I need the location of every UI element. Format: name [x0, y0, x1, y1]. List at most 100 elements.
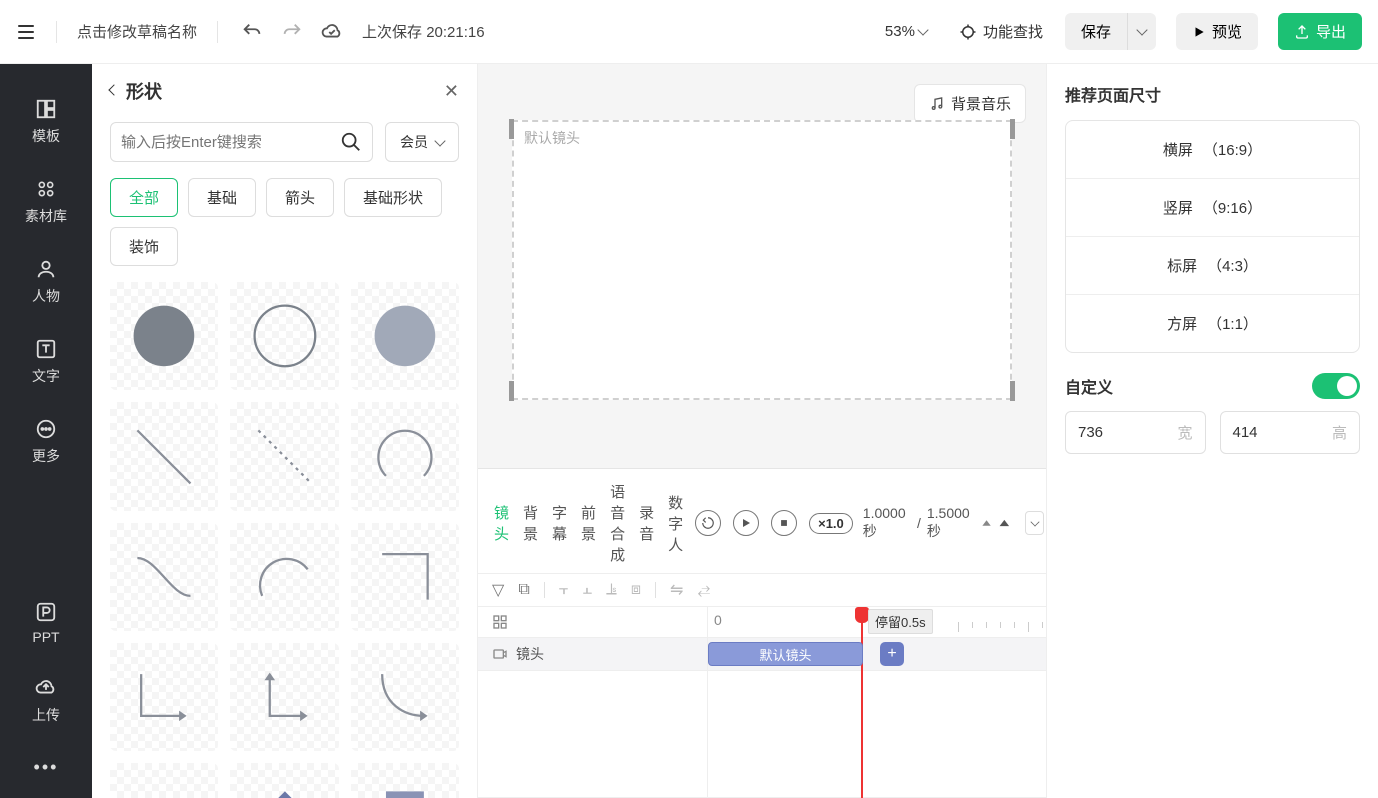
close-icon[interactable]: ✕	[444, 81, 459, 102]
canvas-frame[interactable]: 默认镜头	[512, 120, 1012, 400]
size-square[interactable]: 方屏（1:1）	[1066, 295, 1359, 352]
back-icon[interactable]	[108, 84, 119, 95]
redo-icon[interactable]	[278, 18, 306, 46]
align-center-icon[interactable]: ⫠	[582, 581, 592, 599]
ruler-zero: 0	[714, 612, 722, 628]
shape-half-arc[interactable]	[230, 523, 338, 631]
height-input[interactable]: 414高	[1220, 411, 1361, 454]
shape-line[interactable]	[110, 402, 218, 510]
grid-icon[interactable]	[492, 614, 508, 630]
timeline-time: 1.0000 秒/1.5000 秒	[863, 505, 1053, 541]
tab-subtitle[interactable]: 字幕	[550, 500, 569, 546]
tab-tts[interactable]: 语音合成	[608, 479, 627, 567]
background-music-button[interactable]: 背景音乐	[914, 84, 1026, 123]
tree-icon[interactable]: ⧉	[518, 581, 529, 599]
link-icon[interactable]: ⇋	[670, 580, 683, 600]
right-panel: 推荐页面尺寸 横屏（16:9） 竖屏（9:16） 标屏（4:3） 方屏（1:1）…	[1046, 64, 1378, 798]
filter-icon[interactable]: ▽	[492, 580, 504, 600]
save-dropdown[interactable]	[1127, 13, 1156, 50]
shape-diamond[interactable]	[230, 763, 338, 798]
unlink-icon[interactable]: ⥄	[697, 581, 710, 599]
ruler-head	[478, 607, 708, 637]
play-icon	[1192, 25, 1206, 39]
sidebar-item-more[interactable]: 更多	[32, 418, 60, 466]
size-list: 横屏（16:9） 竖屏（9:16） 标屏（4:3） 方屏（1:1）	[1065, 120, 1360, 353]
sidebar-item-assets[interactable]: 素材库	[25, 178, 67, 226]
tab-bg[interactable]: 背景	[521, 500, 540, 546]
zoom-in-icon[interactable]	[998, 515, 1011, 531]
export-button[interactable]: 导出	[1278, 13, 1362, 50]
camera-icon	[492, 646, 508, 662]
resize-handle[interactable]	[1010, 381, 1015, 401]
shape-s-curve[interactable]	[110, 523, 218, 631]
distribute-icon[interactable]: ⧈	[631, 581, 641, 599]
cloud-sync-icon[interactable]	[318, 18, 346, 46]
shot-clip[interactable]: 默认镜头	[708, 642, 863, 666]
size-portrait[interactable]: 竖屏（9:16）	[1066, 179, 1359, 237]
custom-size-label: 自定义	[1065, 374, 1113, 398]
feature-search[interactable]: 功能查找	[959, 21, 1043, 42]
save-button[interactable]: 保存	[1065, 13, 1127, 50]
sidebar-item-text[interactable]: 文字	[32, 338, 60, 386]
resize-handle[interactable]	[1010, 119, 1015, 139]
hamburger-menu-icon[interactable]	[16, 22, 36, 42]
sidebar-item-ppt[interactable]: PPT	[32, 601, 59, 645]
chip-basic[interactable]: 基础	[188, 178, 256, 217]
shape-circle-outline[interactable]	[230, 282, 338, 390]
shape-search-input[interactable]	[121, 134, 340, 151]
shot-track[interactable]: 默认镜头 +	[708, 638, 1046, 670]
preview-button[interactable]: 预览	[1176, 13, 1258, 50]
align-right-icon[interactable]: ⫡	[606, 581, 617, 599]
last-saved-label: 上次保存 20:21:16	[362, 21, 485, 42]
custom-size-toggle[interactable]	[1312, 373, 1360, 399]
sidebar-item-person[interactable]: 人物	[32, 258, 60, 306]
shape-rect[interactable]	[351, 763, 459, 798]
width-input[interactable]: 736宽	[1065, 411, 1206, 454]
shape-circle-filled-dark[interactable]	[110, 282, 218, 390]
chip-deco[interactable]: 装饰	[110, 227, 178, 266]
chip-arrow[interactable]: 箭头	[266, 178, 334, 217]
resize-handle[interactable]	[509, 381, 514, 401]
stop-icon[interactable]	[771, 510, 797, 536]
recommended-size-heading: 推荐页面尺寸	[1065, 82, 1360, 106]
play-icon[interactable]	[733, 510, 759, 536]
size-standard[interactable]: 标屏（4:3）	[1066, 237, 1359, 295]
left-sidebar: 模板 素材库 人物 文字 更多 PPT 上传 •••	[0, 64, 92, 798]
tab-avatar[interactable]: 数字人	[666, 490, 685, 557]
shape-curve-arrow[interactable]	[351, 643, 459, 751]
align-left-icon[interactable]: ⫟	[559, 581, 569, 599]
chip-all[interactable]: 全部	[110, 178, 178, 217]
canvas-area[interactable]: 背景音乐 默认镜头	[478, 64, 1046, 468]
shape-circle-filled-light[interactable]	[351, 282, 459, 390]
add-clip-button[interactable]: +	[880, 642, 904, 666]
draft-name[interactable]: 点击修改草稿名称	[77, 21, 197, 42]
shape-back-arrow[interactable]	[110, 763, 218, 798]
member-dropdown[interactable]: 会员	[385, 122, 459, 162]
shape-elbow-arrow-both[interactable]	[230, 643, 338, 751]
timeline-ruler[interactable]: 0 停留0.5s	[708, 607, 1046, 637]
resize-handle[interactable]	[509, 119, 514, 139]
sidebar-overflow-icon[interactable]: •••	[34, 757, 59, 778]
shape-elbow-arrow-down[interactable]	[110, 643, 218, 751]
size-landscape[interactable]: 横屏（16:9）	[1066, 121, 1359, 179]
stay-marker[interactable]: 停留0.5s	[868, 609, 933, 634]
undo-icon[interactable]	[238, 18, 266, 46]
shape-elbow[interactable]	[351, 523, 459, 631]
speed-selector[interactable]: ×1.0	[809, 513, 853, 534]
shape-arc[interactable]	[351, 402, 459, 510]
music-icon	[929, 96, 945, 112]
sidebar-item-upload[interactable]: 上传	[32, 677, 60, 725]
tab-shot[interactable]: 镜头	[492, 500, 511, 546]
sidebar-item-template[interactable]: 模板	[32, 98, 60, 146]
zoom-out-icon[interactable]	[981, 516, 992, 530]
zoom-dropdown[interactable]: 53%	[885, 23, 927, 40]
chip-basic-shape[interactable]: 基础形状	[344, 178, 442, 217]
tab-record[interactable]: 录音	[637, 500, 656, 546]
shape-category-chips: 全部 基础 箭头 基础形状 装饰	[92, 170, 477, 278]
tab-fg[interactable]: 前景	[579, 500, 598, 546]
search-icon[interactable]	[340, 131, 362, 153]
rewind-icon[interactable]	[695, 510, 721, 536]
expand-icon[interactable]	[1025, 511, 1044, 535]
shape-grid	[92, 278, 477, 798]
shape-dashed-line[interactable]	[230, 402, 338, 510]
